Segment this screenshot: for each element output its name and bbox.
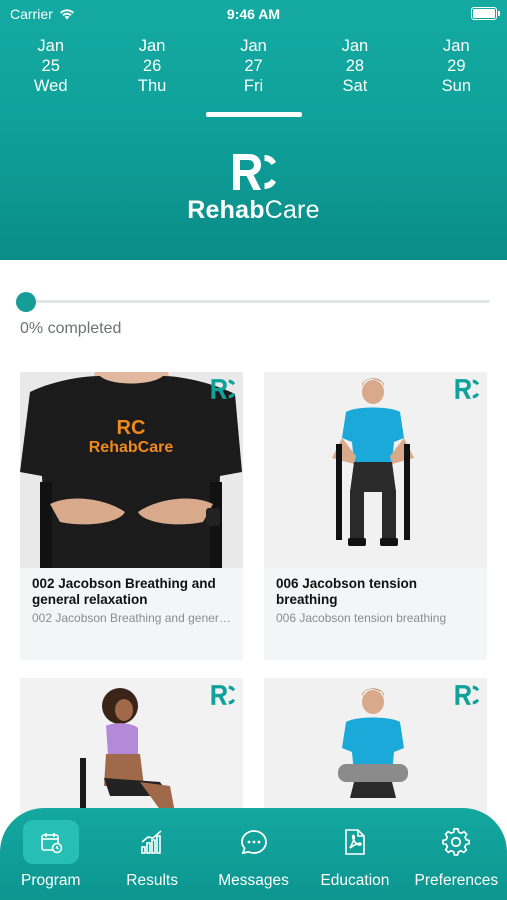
date-item[interactable]: Jan 29 Sun xyxy=(406,36,507,120)
date-month: Jan xyxy=(138,37,166,55)
progress-track xyxy=(24,300,490,303)
tab-label: Education xyxy=(320,872,390,889)
svg-text:RC: RC xyxy=(117,417,146,439)
progress-slider[interactable] xyxy=(16,292,490,314)
exercise-card[interactable]: 006 Jacobson tension breathing 006 Jacob… xyxy=(264,372,487,660)
exercise-thumbnail xyxy=(264,678,487,818)
rehabcare-logo: RehabCare xyxy=(0,152,507,225)
date-day: 25 xyxy=(41,57,60,75)
exercise-thumbnail: RC RehabCare xyxy=(20,372,243,568)
svg-text:RehabCare: RehabCare xyxy=(89,439,174,456)
battery-icon xyxy=(471,7,500,20)
exercise-subtitle: 002 Jacobson Breathing and general relax… xyxy=(32,611,231,625)
date-day: 28 xyxy=(345,57,365,75)
exercise-thumbnail xyxy=(20,678,243,818)
rc-watermark-icon xyxy=(211,685,236,705)
rc-watermark-icon xyxy=(455,685,480,705)
exercise-info: 002 Jacobson Breathing and general relax… xyxy=(20,568,243,634)
date-month: Jan xyxy=(37,37,64,55)
date-strip: Jan 25 Wed Jan 26 Thu Jan 27 Fri Jan 28 Sat Jan 29 Sun xyxy=(0,36,507,120)
rc-watermark-icon xyxy=(211,379,236,399)
date-weekday: Sun xyxy=(441,77,471,95)
exercise-subtitle: 006 Jacobson tension breathing xyxy=(276,611,447,625)
date-day: 27 xyxy=(244,57,263,75)
tab-label: Results xyxy=(126,872,178,889)
calendar-icon xyxy=(22,820,79,864)
date-weekday: Wed xyxy=(33,77,68,95)
date-item[interactable]: Jan 26 Thu xyxy=(101,36,202,120)
date-month: Jan xyxy=(240,37,267,55)
bottom-tab-bar: Program Results Messages Education Prefe… xyxy=(0,808,507,900)
tab-results[interactable]: Results xyxy=(101,808,202,900)
status-bar: Carrier 9:46 AM xyxy=(0,0,507,28)
date-item[interactable]: Jan 27 Fri xyxy=(203,36,304,120)
date-day: 26 xyxy=(142,57,162,75)
exercise-info: 006 Jacobson tension breathing 006 Jacob… xyxy=(264,568,487,634)
tab-preferences[interactable]: Preferences xyxy=(406,808,507,900)
date-weekday: Fri xyxy=(243,77,264,95)
clock: 9:46 AM xyxy=(226,6,281,22)
rc-watermark-icon xyxy=(455,379,480,399)
tab-program[interactable]: Program xyxy=(0,808,101,900)
exercise-photo-seated xyxy=(264,372,487,568)
tab-messages[interactable]: Messages xyxy=(203,808,304,900)
tab-label: Messages xyxy=(218,872,289,889)
exercise-card[interactable] xyxy=(264,678,487,818)
date-month: Jan xyxy=(443,37,470,55)
date-month: Jan xyxy=(341,37,369,55)
date-weekday: Sat xyxy=(342,77,368,95)
progress-label: 0% completed xyxy=(20,320,122,337)
message-icon xyxy=(226,820,282,864)
rc-logo-mark xyxy=(232,154,276,190)
chart-icon xyxy=(124,820,180,864)
tab-label: Program xyxy=(20,872,81,889)
tab-education[interactable]: Education xyxy=(304,808,405,900)
exercise-title: 006 Jacobson tension breathing xyxy=(276,576,418,607)
gear-icon xyxy=(428,820,484,864)
brand-name-part2: Care xyxy=(264,196,320,224)
app-screen: Carrier 9:46 AM Jan 25 Wed Jan 26 Thu Jan 27 Fri… xyxy=(0,0,507,900)
date-item[interactable]: Jan 28 Sat xyxy=(304,36,405,120)
date-weekday: Thu xyxy=(137,77,167,95)
exercise-photo-torso: RC RehabCare xyxy=(20,372,243,568)
header: Carrier 9:46 AM Jan 25 Wed Jan 26 Thu Jan 27 Fri… xyxy=(0,0,507,260)
date-item[interactable]: Jan 25 Wed xyxy=(0,36,101,120)
exercise-title: 002 Jacobson Breathing and general relax… xyxy=(32,576,216,607)
date-day: 29 xyxy=(447,57,466,75)
brand-name-part1: Rehab xyxy=(187,196,265,224)
exercise-card[interactable]: RC RehabCare 002 Jacobson Breathing and … xyxy=(20,372,243,660)
tab-label: Preferences xyxy=(414,872,499,889)
progress-knob[interactable] xyxy=(16,292,36,312)
brand-name: RehabCare xyxy=(0,196,507,225)
exercise-card[interactable] xyxy=(20,678,243,818)
exercise-thumbnail xyxy=(264,372,487,568)
selected-date-indicator xyxy=(206,112,302,117)
pdf-icon xyxy=(327,820,383,864)
